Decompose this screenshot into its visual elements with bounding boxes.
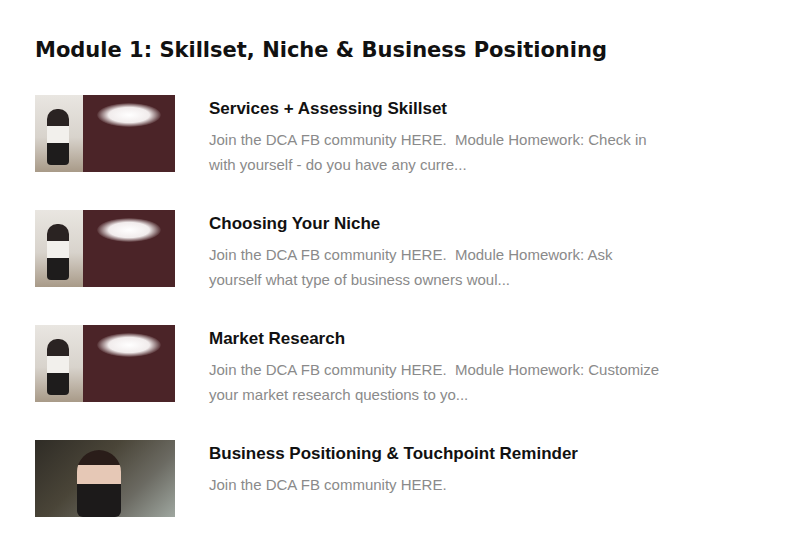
thumbnail-photo	[35, 210, 83, 287]
thumbnail-photo	[35, 95, 83, 172]
lesson-text: Services + Assessing Skillset Join the DC…	[209, 95, 669, 177]
lesson-description: Join the DCA FB community HERE. Module H…	[209, 357, 669, 407]
cloud-icon	[97, 218, 161, 242]
lesson-thumbnail[interactable]	[35, 325, 175, 402]
thumbnail-panel	[83, 210, 175, 287]
lesson-text: Market Research Join the DCA FB community…	[209, 325, 669, 407]
cloud-icon	[97, 333, 161, 357]
lesson-text: Choosing Your Niche Join the DCA FB commu…	[209, 210, 669, 292]
thumbnail-photo	[35, 325, 83, 402]
module-title: Module 1: Skillset, Niche & Business Pos…	[35, 35, 780, 65]
lesson-thumbnail[interactable]	[35, 440, 175, 517]
lesson-description: Join the DCA FB community HERE.	[209, 472, 669, 497]
cloud-icon	[97, 103, 161, 127]
lesson-description: Join the DCA FB community HERE. Module H…	[209, 242, 669, 292]
lesson-thumbnail[interactable]	[35, 95, 175, 172]
lesson-title[interactable]: Market Research	[209, 327, 669, 351]
lesson-thumbnail[interactable]	[35, 210, 175, 287]
lesson-item[interactable]: Business Positioning & Touchpoint Remind…	[35, 440, 780, 517]
lesson-description: Join the DCA FB community HERE. Module H…	[209, 127, 669, 177]
lesson-title[interactable]: Business Positioning & Touchpoint Remind…	[209, 442, 669, 466]
lesson-list: Services + Assessing Skillset Join the DC…	[35, 95, 780, 517]
lesson-title[interactable]: Services + Assessing Skillset	[209, 97, 669, 121]
lesson-item[interactable]: Services + Assessing Skillset Join the DC…	[35, 95, 780, 177]
thumbnail-photo	[77, 450, 121, 517]
lesson-item[interactable]: Choosing Your Niche Join the DCA FB commu…	[35, 210, 780, 292]
module-page: Module 1: Skillset, Niche & Business Pos…	[0, 0, 800, 538]
lesson-title[interactable]: Choosing Your Niche	[209, 212, 669, 236]
lesson-item[interactable]: Market Research Join the DCA FB community…	[35, 325, 780, 407]
thumbnail-panel	[83, 95, 175, 172]
thumbnail-panel	[83, 325, 175, 402]
lesson-text: Business Positioning & Touchpoint Remind…	[209, 440, 669, 497]
